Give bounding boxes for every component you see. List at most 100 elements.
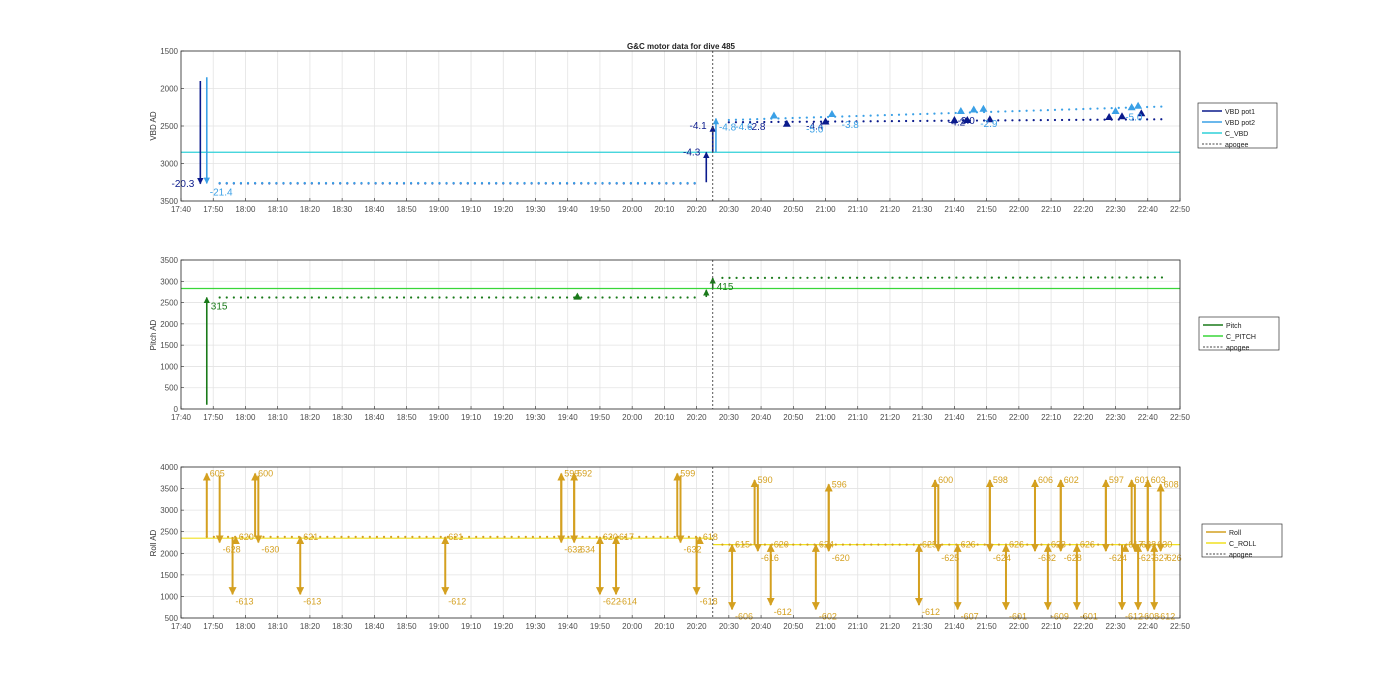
roll-arrow-label: -612 [448,596,466,606]
vbd-data-point [573,181,576,185]
pitch-data-point [672,296,675,299]
roll-data-point [333,535,336,538]
pitch-data-point [1097,276,1100,279]
vbd-data-point [665,181,668,185]
vbd-data-point [1075,118,1078,121]
pitch-data-point [594,296,597,299]
pitch-data-point [1104,276,1107,279]
pitch-data-point [388,296,391,299]
vbd-data-point [1068,118,1071,122]
vbd-data-point [232,181,235,185]
pitch-data-point [537,296,540,299]
roll-xtick-label: 19:00 [429,622,450,631]
pitch-data-point [1125,276,1128,279]
pitch-data-point [763,276,767,279]
vbd-data-point [791,116,794,120]
vbd-data-point [431,181,434,185]
vbd-xtick-label: 20:50 [783,205,804,214]
vbd-data-point [819,116,823,119]
roll-data-point [884,543,887,546]
pitch-xtick-label: 18:40 [364,413,385,422]
pitch-data-point [1019,276,1022,279]
pitch-xtick-label: 20:20 [687,413,708,422]
roll-data-point [652,535,655,538]
vbd-data-point [686,181,689,185]
pitch-ylabel: Pitch AD [149,319,158,350]
vbd-xtick-label: 20:10 [654,205,675,214]
vbd-data-point [784,117,787,120]
pitch-data-point [1082,276,1086,279]
vbd-data-point [353,181,356,185]
vbd-data-point [466,181,469,185]
pitch-data-point [877,276,880,279]
pitch-data-point [1047,276,1050,279]
vbd-data-point [537,181,540,185]
vbd-data-point [261,181,264,185]
vbd-data-point [883,120,886,123]
vbd-data-point [587,181,590,185]
roll-data-point [382,535,386,538]
vbd-data-point [459,181,462,185]
roll-data-point [1068,543,1071,546]
pitch-data-point [686,296,689,299]
pitch-data-point [445,296,448,299]
pitch-xtick-label: 19:40 [558,413,579,422]
roll-arrow-label: -614 [619,596,637,606]
pitch-xtick-label: 20:40 [751,413,772,422]
pitch-data-point [969,276,972,279]
vbd-ytick-label: 2000 [160,85,178,94]
roll-xtick-label: 22:20 [1073,622,1094,631]
pitch-plot-area [181,260,1180,409]
vbd-data-point [530,181,533,185]
pitch-xtick-label: 20:50 [783,413,804,422]
pitch-data-point [317,296,321,299]
vbd-data-point [890,120,894,123]
vbd-data-point [643,181,647,185]
roll-data-point [475,535,478,538]
pitch-data-point [452,296,455,299]
vbd-data-point [1082,118,1085,121]
pitch-data-point [523,296,526,299]
roll-data-point [595,535,598,538]
vbd-data-point [1153,118,1156,121]
pitch-xtick-label: 22:30 [1106,413,1127,422]
pitch-data-point [643,296,647,299]
vbd-data-point [594,181,597,185]
pitch-data-point [870,276,873,279]
pitch-data-point [360,296,363,299]
pitch-xtick-label: 17:40 [171,413,192,422]
pitch-data-point [502,296,505,299]
vbd-data-point [1153,105,1156,108]
roll-data-point [276,535,279,538]
pitch-xtick-label: 20:10 [654,413,675,422]
pitch-data-point [841,276,845,279]
roll-arrow-label: 596 [832,479,847,489]
vbd-xtick-label: 21:10 [848,205,869,214]
vbd-data-point [841,115,844,118]
vbd-data-label: -2.9 [980,119,998,130]
roll-data-point [368,535,371,538]
roll-arrow-label: -634 [577,545,595,555]
roll-arrow-label: 620 [239,532,254,542]
pitch-data-point [855,276,859,279]
vbd-xtick-label: 21:40 [944,205,965,214]
vbd-xtick-label: 19:00 [429,205,450,214]
vbd-data-point [629,181,632,185]
roll-data-point [1026,543,1029,546]
pitch-data-point [218,296,221,299]
vbd-data-point [741,118,745,121]
roll-xtick-label: 18:00 [235,622,256,631]
pitch-xtick-label: 21:30 [912,413,933,422]
vbd-data-point [933,112,936,115]
vbd-data-point [954,111,957,115]
vbd-xtick-label: 19:50 [590,205,611,214]
pitch-xtick-label: 21:00 [816,413,837,422]
roll-data-point [361,535,364,538]
vbd-data-point [1025,109,1028,112]
vbd-data-point [862,114,865,117]
pitch-data-point [268,296,271,299]
vbd-xtick-label: 19:30 [525,205,546,214]
roll-arrow-label: 626 [1080,540,1095,550]
roll-data-point [659,535,662,538]
roll-data-point [666,535,669,538]
